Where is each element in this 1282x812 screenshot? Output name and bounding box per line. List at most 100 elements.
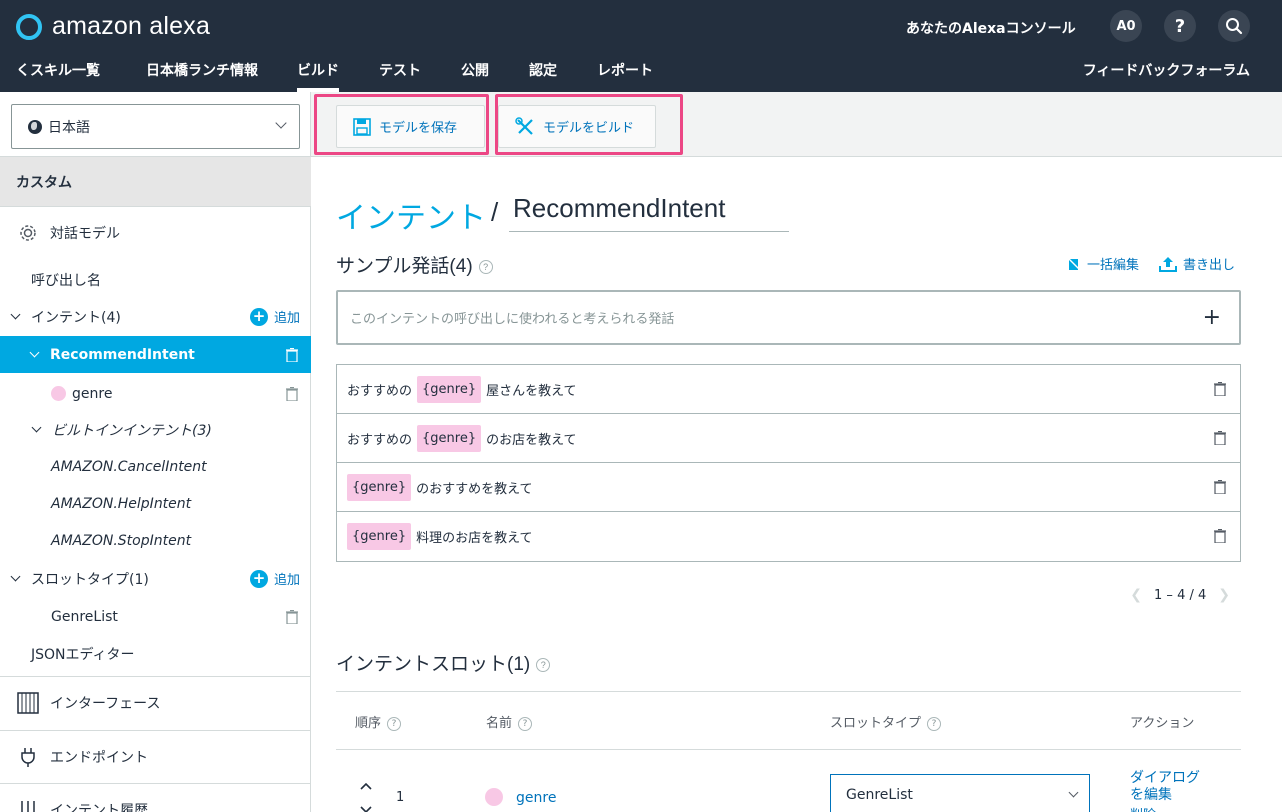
chevron-down-icon	[31, 422, 42, 433]
tab-certify[interactable]: 認定	[529, 60, 557, 92]
sidebar-item-label: 呼び出し名	[31, 272, 101, 289]
main-content: インテント / RecommendIntent サンプル発話(4)? 一括編集 …	[311, 157, 1282, 812]
sidebar-item-interfaces[interactable]: インターフェース	[0, 676, 311, 728]
chevron-down-icon	[10, 309, 21, 320]
trash-icon[interactable]	[1214, 431, 1226, 445]
sidebar-item-invocation[interactable]: 呼び出し名	[0, 261, 311, 298]
sidebar-item-label: 対話モデル	[50, 225, 120, 242]
sidebar-item-intents[interactable]: インテント(4) + 追加	[0, 298, 311, 335]
sidebar-item-slot-genre[interactable]: genre	[0, 375, 311, 412]
tab-report[interactable]: レポート	[597, 60, 653, 92]
plus-circle-icon: +	[249, 569, 268, 588]
chevron-left-icon[interactable]: ❮	[1130, 587, 1142, 603]
slot-color-dot	[51, 386, 66, 401]
slot-name-link[interactable]: genre	[516, 790, 556, 806]
column-header-slot-type: スロットタイプ?	[830, 712, 942, 731]
sidebar-item-help-intent[interactable]: AMAZON.HelpIntent	[0, 485, 311, 522]
tab-test[interactable]: テスト	[379, 60, 421, 92]
export-link[interactable]: 書き出し	[1159, 254, 1235, 273]
trash-icon[interactable]	[286, 387, 298, 401]
utterance-input[interactable]: このインテントの呼び出しに使われると考えられる発話 +	[336, 290, 1241, 345]
slot-color-dot	[485, 788, 503, 806]
sidebar-item-intent-history[interactable]: インテント履歴	[0, 783, 311, 812]
sidebar-item-json-editor[interactable]: JSONエディター	[0, 635, 311, 672]
sidebar-item-label: インテント(4)	[31, 309, 121, 326]
sidebar-item-dialog-model[interactable]: 対話モデル	[0, 206, 311, 258]
utterance-list: おすすめの {genre} 屋さんを教えて おすすめの {genre} のお店を…	[336, 364, 1241, 562]
utterance-text: おすすめの	[347, 383, 413, 399]
sidebar-item-builtin-intents[interactable]: ビルトインインテント(3)	[0, 411, 311, 448]
sidebar-item-label: エンドポイント	[50, 749, 148, 766]
slot-chip[interactable]: {genre}	[347, 523, 412, 550]
delete-slot-link[interactable]: 削除	[1130, 804, 1156, 812]
trash-icon[interactable]	[286, 348, 298, 362]
help-icon[interactable]: ?	[536, 657, 551, 672]
nav-skill-list[interactable]: くスキル一覧	[16, 60, 100, 92]
console-label[interactable]: あなたのAlexaコンソール	[906, 18, 1076, 38]
slot-chip[interactable]: {genre}	[417, 424, 482, 452]
chevron-down-icon	[1068, 787, 1079, 798]
language-select[interactable]: 日本語	[11, 104, 300, 149]
utterance-text: おすすめの	[347, 432, 413, 448]
sidebar-item-genre-list[interactable]: GenreList	[0, 598, 311, 635]
nav-skill-name[interactable]: 日本橋ランチ情報	[146, 60, 258, 92]
help-icon[interactable]: ?	[927, 716, 942, 731]
sidebar: 日本語 カスタム 対話モデル 呼び出し名 インテント(4) + 追加 Recom…	[0, 92, 311, 812]
slot-type-select[interactable]: GenreList	[830, 774, 1090, 812]
breadcrumb-separator: /	[491, 197, 499, 227]
utterance-row[interactable]: おすすめの {genre} のお店を教えて	[337, 414, 1240, 463]
sidebar-item-label: JSONエディター	[31, 646, 135, 663]
sidebar-item-endpoint[interactable]: エンドポイント	[0, 730, 311, 782]
slot-chip[interactable]: {genre}	[347, 473, 412, 501]
reorder-arrows-icon[interactable]	[360, 783, 372, 812]
utterance-row[interactable]: {genre} 料理のお店を教えて	[337, 512, 1240, 561]
add-label: 追加	[273, 311, 300, 326]
sidebar-item-slot-types[interactable]: スロットタイプ(1) + 追加	[0, 560, 311, 597]
custom-heading: カスタム	[0, 156, 311, 206]
slot-chip[interactable]: {genre}	[417, 375, 482, 403]
sidebar-item-label: スロットタイプ(1)	[31, 571, 149, 588]
sidebar-item-stop-intent[interactable]: AMAZON.StopIntent	[0, 522, 311, 559]
sidebar-item-label: AMAZON.StopIntent	[51, 532, 192, 549]
column-header-order: 順序?	[355, 712, 402, 731]
search-button[interactable]	[1218, 10, 1250, 42]
edit-dialog-link[interactable]: ダイアログを編集	[1130, 770, 1204, 804]
utterance-row[interactable]: {genre} のおすすめを教えて	[337, 463, 1240, 512]
top-header: amazon alexa あなたのAlexaコンソール A0 ? くスキル一覧 …	[0, 0, 1282, 92]
alexa-logo[interactable]: amazon alexa	[16, 12, 210, 41]
sidebar-item-cancel-intent[interactable]: AMAZON.CancelIntent	[0, 448, 311, 485]
column-header-name: 名前?	[486, 712, 533, 731]
help-icon[interactable]: ?	[478, 259, 493, 274]
export-label: 書き出し	[1183, 258, 1236, 273]
avatar[interactable]: A0	[1110, 10, 1142, 42]
intent-name-field[interactable]: RecommendIntent	[509, 193, 789, 232]
intent-slots-heading: インテントスロット(1)?	[336, 649, 551, 676]
utterance-text: のおすすめを教えて	[416, 481, 533, 497]
help-icon[interactable]: ?	[518, 716, 533, 731]
section-title: サンプル発話(4)	[336, 256, 473, 277]
help-button[interactable]: ?	[1164, 10, 1196, 42]
slot-table: 順序? 名前? スロットタイプ? アクション 1 genre GenreList…	[336, 691, 1241, 812]
bulk-edit-label: 一括編集	[1087, 258, 1140, 273]
help-icon[interactable]: ?	[387, 716, 402, 731]
main-nav: くスキル一覧 日本橋ランチ情報 ビルド テスト 公開 認定 レポート フィードバ…	[0, 52, 1282, 92]
trash-icon[interactable]	[1214, 480, 1226, 494]
tab-build[interactable]: ビルド	[297, 60, 339, 92]
tab-publish[interactable]: 公開	[461, 60, 489, 92]
brand-text: amazon alexa	[52, 12, 211, 40]
add-intent-button[interactable]: + 追加	[249, 307, 300, 326]
utterance-row[interactable]: おすすめの {genre} 屋さんを教えて	[337, 365, 1240, 414]
feedback-forum-link[interactable]: フィードバックフォーラム	[1083, 60, 1250, 80]
bulk-edit-link[interactable]: 一括編集	[1067, 254, 1139, 273]
chevron-right-icon[interactable]: ❯	[1218, 587, 1230, 603]
add-slot-type-button[interactable]: + 追加	[249, 569, 300, 588]
breadcrumb-intents-link[interactable]: インテント	[336, 193, 486, 237]
sidebar-item-label: AMAZON.CancelIntent	[51, 458, 207, 475]
sidebar-item-label: GenreList	[51, 608, 118, 625]
trash-icon[interactable]	[1214, 382, 1226, 396]
sidebar-item-recommend-intent[interactable]: RecommendIntent	[0, 336, 311, 373]
add-utterance-button[interactable]: +	[1203, 305, 1221, 330]
trash-icon[interactable]	[286, 610, 298, 624]
search-icon	[1226, 18, 1243, 35]
trash-icon[interactable]	[1214, 529, 1226, 543]
